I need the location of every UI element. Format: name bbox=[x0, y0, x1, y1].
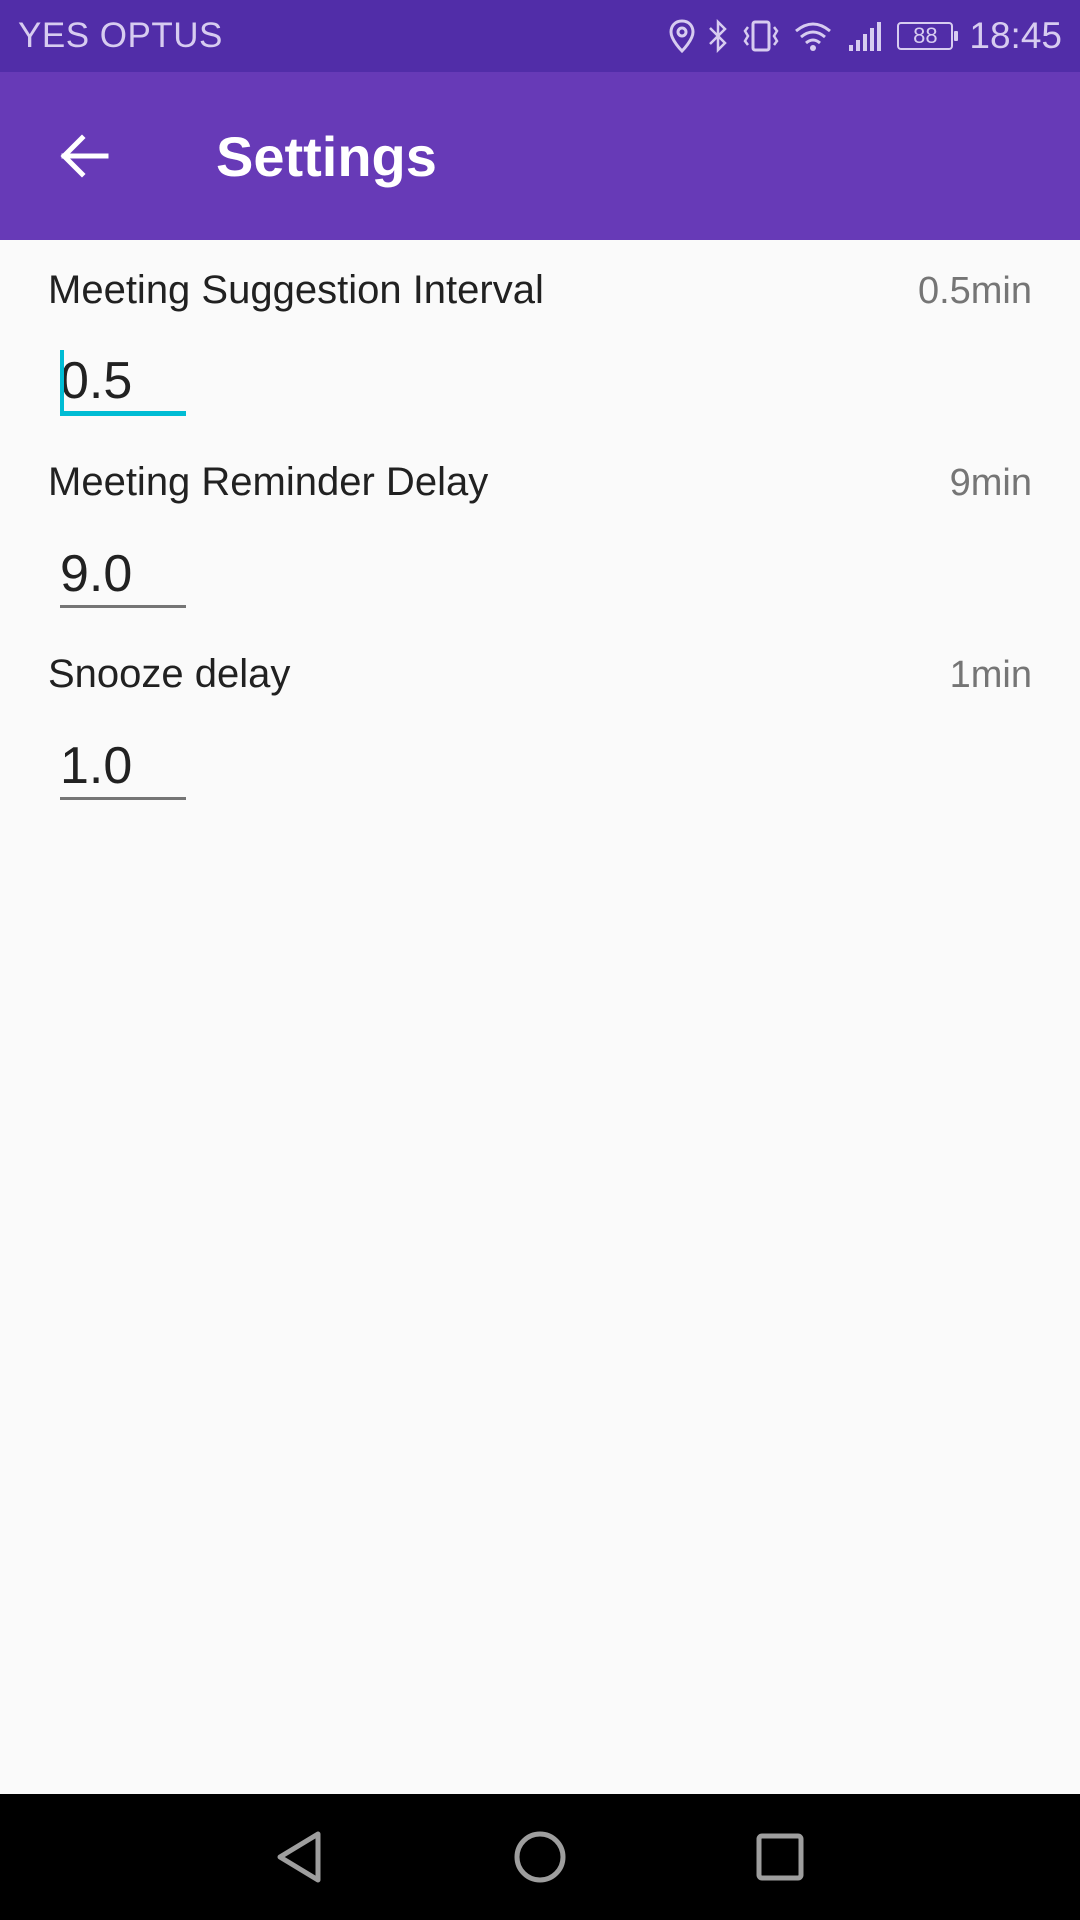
signal-icon bbox=[845, 19, 885, 53]
arrow-back-icon bbox=[60, 134, 109, 178]
wifi-icon bbox=[793, 19, 833, 53]
carrier-name: YES OPTUS bbox=[18, 16, 223, 55]
navigation-bar bbox=[0, 1794, 1080, 1920]
back-button[interactable] bbox=[34, 106, 134, 206]
location-icon bbox=[669, 19, 695, 53]
settings-list: Meeting Suggestion Interval 0.5min Meeti… bbox=[0, 240, 1080, 816]
setting-summary: 9min bbox=[949, 462, 1032, 504]
setting-title: Snooze delay bbox=[48, 652, 291, 696]
recents-square-icon bbox=[756, 1833, 804, 1881]
meeting-reminder-delay-input[interactable] bbox=[60, 542, 186, 608]
back-triangle-icon bbox=[277, 1831, 321, 1883]
battery-icon: 88 bbox=[897, 22, 959, 50]
nav-recents-button[interactable] bbox=[720, 1807, 840, 1907]
home-circle-icon bbox=[514, 1831, 566, 1883]
setting-meeting-reminder-delay[interactable]: Meeting Reminder Delay 9min bbox=[0, 432, 1080, 624]
setting-summary: 1min bbox=[949, 654, 1032, 696]
nav-back-button[interactable] bbox=[240, 1807, 360, 1907]
setting-snooze-delay[interactable]: Snooze delay 1min bbox=[0, 624, 1080, 816]
meeting-suggestion-interval-input[interactable] bbox=[60, 350, 186, 416]
page-title: Settings bbox=[216, 124, 437, 188]
battery-level: 88 bbox=[913, 23, 938, 48]
bluetooth-icon bbox=[707, 19, 729, 53]
setting-meeting-suggestion-interval[interactable]: Meeting Suggestion Interval 0.5min bbox=[0, 240, 1080, 432]
status-bar: YES OPTUS 88 18:45 bbox=[0, 0, 1080, 72]
nav-home-button[interactable] bbox=[480, 1807, 600, 1907]
setting-title: Meeting Suggestion Interval bbox=[48, 268, 544, 312]
app-bar: Settings bbox=[0, 72, 1080, 240]
clock: 18:45 bbox=[969, 15, 1062, 56]
setting-summary: 0.5min bbox=[917, 270, 1032, 312]
text-cursor bbox=[60, 350, 64, 414]
status-icons: 88 18:45 bbox=[669, 15, 1062, 57]
setting-title: Meeting Reminder Delay bbox=[48, 460, 489, 504]
vibrate-icon bbox=[741, 19, 781, 53]
snooze-delay-input[interactable] bbox=[60, 734, 186, 800]
